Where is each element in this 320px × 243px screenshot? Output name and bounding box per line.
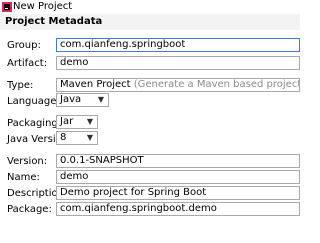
package-field[interactable]: com.qianfeng.springboot.demo	[56, 202, 300, 216]
packaging-value: Jar	[60, 116, 74, 127]
description-field[interactable]: Demo project for Spring Boot	[56, 186, 300, 200]
version-field[interactable]: 0.0.1-SNAPSHOT	[56, 154, 300, 168]
project-metadata-header: Project Metadata	[0, 14, 300, 30]
artifact-label: Artifact:	[7, 58, 48, 69]
language-value: Java	[60, 94, 82, 105]
chevron-down-icon: ▼	[86, 133, 94, 142]
artifact-field[interactable]: demo	[56, 56, 300, 70]
version-label: Version:	[7, 156, 48, 167]
packaging-label: Packaging:	[7, 118, 62, 129]
intellij-idea-icon	[2, 2, 12, 12]
name-label: Name:	[7, 172, 40, 183]
chevron-down-icon: ▼	[97, 95, 105, 104]
title-bar: New Project	[0, 0, 300, 14]
type-label: Type:	[7, 80, 34, 91]
java-version-dropdown[interactable]: 8 ▼	[56, 131, 98, 145]
chevron-down-icon: ▼	[86, 117, 94, 126]
section-title: Project Metadata	[5, 16, 103, 27]
new-project-window: New Project Project Metadata Group: com.…	[0, 0, 300, 243]
language-dropdown[interactable]: Java ▼	[56, 93, 109, 107]
group-label: Group:	[7, 40, 41, 51]
group-field[interactable]: com.qianfeng.springboot	[56, 38, 300, 52]
type-dropdown[interactable]: Maven Project (Generate a Maven based pr…	[56, 78, 300, 92]
name-field[interactable]: demo	[56, 170, 300, 184]
package-label: Package:	[7, 204, 52, 215]
packaging-dropdown[interactable]: Jar ▼	[56, 115, 98, 129]
java-version-value: 8	[60, 132, 67, 143]
language-label: Language:	[7, 96, 60, 107]
window-title: New Project	[13, 1, 73, 12]
type-value: Maven Project	[60, 79, 131, 90]
type-hint: (Generate a Maven based project archive)	[133, 79, 300, 90]
